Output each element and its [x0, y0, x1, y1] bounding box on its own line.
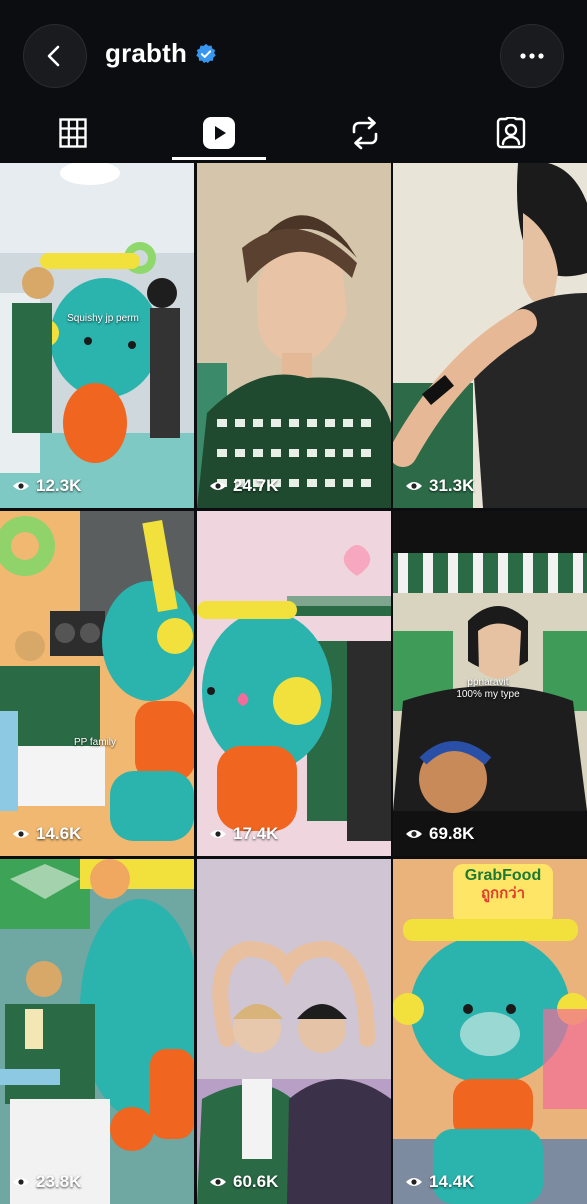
- view-count: 23.8K: [12, 1172, 81, 1192]
- reel-caption: PP family: [73, 737, 117, 748]
- eye-icon: [210, 1178, 226, 1186]
- reel-thumbnail[interactable]: 23.8K: [0, 859, 194, 1204]
- profile-tabs: [0, 105, 587, 160]
- reel-thumbnail[interactable]: 60.6K: [197, 859, 391, 1204]
- more-options-button[interactable]: [500, 24, 564, 88]
- tab-reels[interactable]: [171, 105, 267, 160]
- tab-reposts[interactable]: [317, 105, 413, 160]
- reel-thumbnail[interactable]: 24.7K: [197, 163, 391, 508]
- eye-icon: [406, 482, 422, 490]
- reels-icon: [203, 116, 235, 149]
- eye-icon: [406, 1178, 422, 1186]
- view-count: 24.7K: [209, 476, 278, 496]
- reel-thumbnail[interactable]: PP family 14.6K: [0, 511, 194, 856]
- view-count: 14.4K: [405, 1172, 474, 1192]
- username: grabth: [105, 38, 188, 68]
- view-count: 69.8K: [405, 824, 474, 844]
- repost-icon: [352, 116, 378, 149]
- eye-icon: [406, 830, 422, 838]
- view-count: 17.4K: [209, 824, 278, 844]
- grabfood-sign-subtitle: ถูกกว่า: [480, 885, 526, 902]
- tab-tagged[interactable]: [463, 105, 559, 160]
- profile-title: grabth: [105, 38, 217, 69]
- reel-caption-line: ppnaravit 100% my type: [456, 677, 520, 700]
- active-tab-indicator: [172, 157, 266, 160]
- verified-badge-icon: [196, 43, 216, 63]
- reel-caption: ppnaravit 100% my type: [433, 677, 543, 701]
- eye-icon: [13, 482, 29, 490]
- back-button[interactable]: [23, 24, 87, 88]
- view-count: 14.6K: [12, 824, 81, 844]
- reel-thumbnail[interactable]: ppnaravit 100% my type 69.8K: [393, 511, 587, 856]
- eye-icon: [210, 830, 226, 838]
- view-count: 12.3K: [12, 476, 81, 496]
- reel-thumbnail[interactable]: 31.3K: [393, 163, 587, 508]
- grabfood-sign: GrabFood ถูกกว่า: [453, 867, 553, 903]
- reel-thumbnail[interactable]: Squishy jp perm 12.3K: [0, 163, 194, 508]
- grid-icon: [59, 117, 87, 148]
- chevron-left-icon: [47, 45, 60, 67]
- grabfood-sign-title: GrabFood: [464, 867, 542, 884]
- tagged-person-icon: [496, 116, 526, 148]
- view-count: 60.6K: [209, 1172, 278, 1192]
- eye-icon: [13, 830, 29, 838]
- reel-caption: Squishy jp perm: [67, 313, 139, 324]
- ellipsis-icon: [520, 53, 544, 59]
- tab-grid[interactable]: [25, 105, 121, 160]
- eye-icon: [210, 482, 226, 490]
- reel-thumbnail[interactable]: 17.4K: [197, 511, 391, 856]
- view-count: 31.3K: [405, 476, 474, 496]
- eye-icon: [13, 1178, 29, 1186]
- reels-grid: Squishy jp perm 12.3K 24.7K 31.3K PP fam…: [0, 163, 587, 1204]
- profile-header: grabth: [0, 0, 587, 110]
- reel-thumbnail[interactable]: GrabFood ถูกกว่า 14.4K: [393, 859, 587, 1204]
